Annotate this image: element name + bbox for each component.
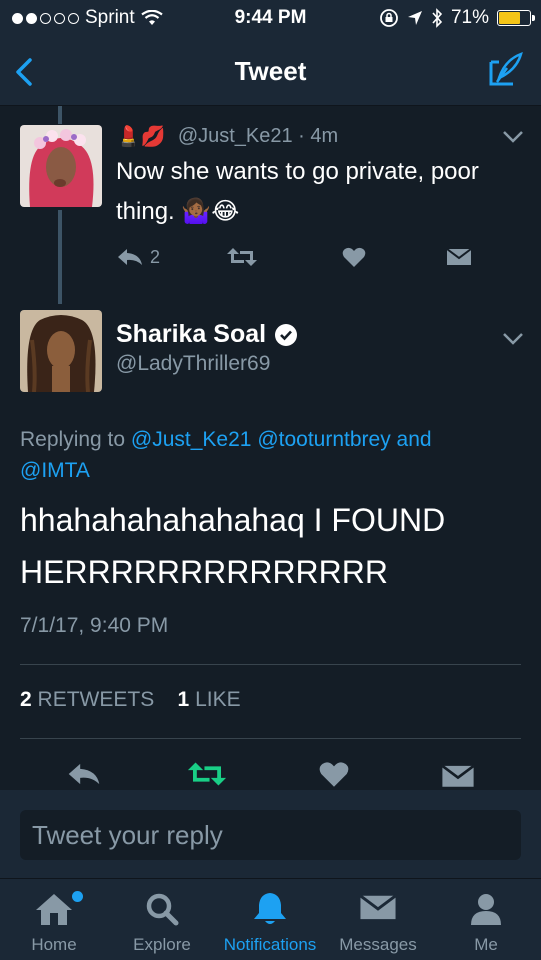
compose-icon[interactable]: [485, 50, 525, 90]
bell-icon: [254, 893, 286, 924]
retweets-label: RETWEETS: [37, 688, 155, 711]
status-right: 71%: [379, 7, 535, 29]
status-bar: Sprint 9:44 PM 71%: [0, 0, 541, 36]
tab-label: Me: [474, 935, 498, 954]
reply-icon[interactable]: [66, 760, 102, 788]
thread-line: [58, 210, 62, 304]
tab-label: Explore: [133, 935, 191, 954]
name-emojis: 💄💋: [116, 126, 166, 148]
chevron-down-icon[interactable]: [500, 330, 526, 348]
avatar[interactable]: [20, 125, 102, 207]
handle-and-time[interactable]: @Just_Ke21 · 4m: [178, 125, 338, 148]
tweet-body: Now she wants to go private, poor thing.: [116, 158, 479, 225]
divider: [20, 664, 521, 665]
tab-me[interactable]: Me: [432, 879, 540, 960]
tab-home[interactable]: Home: [0, 879, 108, 960]
tweet-text: Now she wants to go private, poor thing.…: [116, 152, 496, 232]
location-icon: [407, 11, 422, 25]
replying-prefix: Replying to: [20, 428, 126, 451]
chevron-down-icon[interactable]: [500, 128, 526, 146]
retweet-icon: [227, 248, 257, 266]
tweet-emojis: 🤷🏾‍♀️😂: [181, 198, 240, 225]
tab-label: Home: [31, 935, 77, 954]
tab-explore[interactable]: Explore: [108, 879, 216, 960]
tab-label: Messages: [339, 935, 417, 954]
person-icon: [471, 894, 501, 925]
heart-icon[interactable]: [318, 760, 350, 788]
rotation-lock-icon: [380, 9, 398, 27]
tweet-stats: 2 RETWEETS 1 LIKE: [20, 688, 241, 712]
like-button[interactable]: [342, 246, 366, 268]
retweets-count: 2: [20, 688, 32, 711]
home-icon: [36, 894, 72, 925]
author-handle[interactable]: @LadyThriller69: [116, 352, 270, 376]
battery-icon: [497, 10, 535, 26]
tab-bar: Home Explore Notifications Messages Me: [0, 878, 541, 960]
page-title: Tweet: [234, 56, 307, 86]
bluetooth-icon: [432, 8, 443, 28]
thread-line-top: [58, 106, 62, 124]
tweet-meta: 💄💋 @Just_Ke21 · 4m: [116, 124, 338, 149]
retweet-icon[interactable]: [186, 760, 228, 788]
likes-stat[interactable]: 1 LIKE: [178, 688, 241, 711]
tweet-text: hhahahahahahahaq I FOUND HERRRRRRRRRRRRR…: [20, 502, 446, 590]
reply-icon: [118, 249, 142, 265]
reply-count: 2: [150, 246, 161, 267]
envelope-icon: [359, 894, 397, 920]
navigation-bar: Tweet: [0, 36, 541, 106]
verified-badge-icon: [275, 323, 298, 346]
direct-message-button[interactable]: [446, 246, 472, 266]
reply-input[interactable]: Tweet your reply: [20, 810, 521, 860]
tweet-actions: 2: [116, 246, 486, 276]
tab-notifications[interactable]: Notifications: [216, 879, 324, 960]
tab-messages[interactable]: Messages: [324, 879, 432, 960]
mention-and[interactable]: and: [397, 428, 432, 451]
retweet-button[interactable]: [226, 246, 258, 268]
mention-link[interactable]: @IMTA: [20, 459, 90, 482]
author-name-row: Sharika Soal: [116, 320, 298, 349]
search-icon: [146, 893, 179, 926]
replying-to: Replying to @Just_Ke21 @tooturntbrey and…: [20, 424, 520, 486]
author-name[interactable]: Sharika Soal: [116, 320, 266, 349]
reply-bar: Tweet your reply: [0, 790, 541, 878]
avatar[interactable]: [20, 310, 102, 392]
heart-icon: [342, 247, 366, 267]
mention-link[interactable]: @Just_Ke21: [131, 428, 252, 451]
new-activity-dot: [72, 891, 83, 902]
battery-percent: 71%: [450, 7, 489, 28]
tweet-date: 7/1/17, 9:40 PM: [20, 614, 169, 637]
retweets-stat[interactable]: 2 RETWEETS: [20, 688, 154, 711]
tab-label: Notifications: [223, 935, 317, 954]
envelope-icon[interactable]: [441, 762, 475, 788]
likes-label: LIKE: [195, 688, 241, 711]
divider: [20, 738, 521, 739]
likes-count: 1: [177, 688, 190, 711]
envelope-icon: [446, 248, 472, 265]
tweet-actions: [0, 754, 541, 794]
reply-button[interactable]: 2: [116, 246, 160, 268]
mention-link[interactable]: @tooturntbrey: [257, 428, 390, 451]
